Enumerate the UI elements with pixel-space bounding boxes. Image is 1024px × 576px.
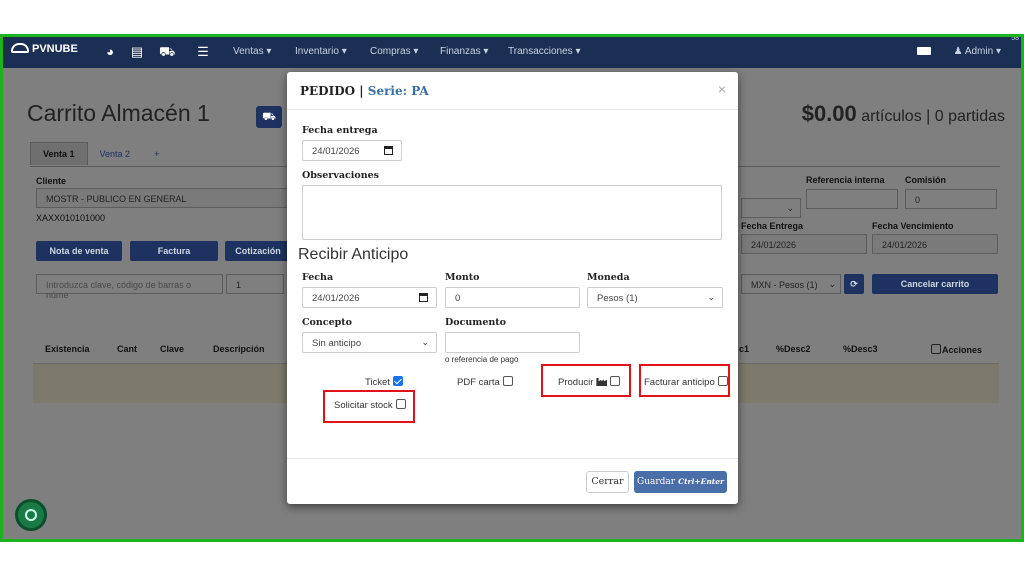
documento-input[interactable] (445, 332, 580, 353)
list-icon[interactable]: ☰ (196, 45, 210, 58)
whatsapp-button[interactable] (15, 499, 47, 531)
modal-serie: Serie: PA (367, 84, 429, 98)
product-search-input[interactable]: Introduzca clave, código de barras o núm… (36, 274, 223, 300)
observaciones-textarea[interactable] (302, 185, 722, 240)
ref-interna-input[interactable] (806, 189, 898, 209)
refresh-currency-button[interactable]: ⟳ (844, 274, 864, 294)
battery-icon (917, 47, 931, 55)
guardar-button[interactable]: Guardar Ctrl+Enter (634, 471, 727, 493)
observaciones-label: Observaciones (302, 170, 380, 181)
chevron-down-icon: ⌄ (421, 337, 429, 347)
store-icon[interactable]: ▤ (130, 45, 144, 58)
calendar-icon[interactable] (384, 146, 393, 155)
tab-venta-2[interactable]: Venta 2 (88, 143, 143, 165)
highlight-box-stock (323, 390, 415, 423)
tab-add[interactable]: + (142, 143, 171, 165)
highlight-box-facturar (639, 364, 730, 397)
chevron-down-icon: ⌄ (786, 203, 794, 213)
col-existencia: Existencia (45, 344, 90, 354)
monto-label: Monto (445, 272, 480, 283)
close-icon[interactable]: × (718, 81, 726, 97)
pedido-modal: PEDIDO | Serie: PA × Fecha entrega 24/01… (287, 72, 738, 504)
col-desc2: %Desc2 (776, 344, 811, 354)
cart-icon[interactable]: ⛟ (159, 45, 175, 58)
highlight-box-producir (541, 364, 631, 397)
moneda-select[interactable]: Pesos (1) ⌄ (587, 287, 723, 308)
col-desc3: %Desc3 (843, 344, 878, 354)
menu-compras[interactable]: Compras ▾ (370, 46, 418, 57)
sale-tabs: Venta 1 Venta 2 + (30, 142, 171, 166)
app-logo[interactable]: PVNUBE (11, 43, 78, 55)
top-navbar: PVNUBE ◕ ▤ ⛟ ☰ Ventas ▾ Inventario ▾ Com… (3, 37, 1021, 68)
refresh-icon: ⟳ (850, 279, 858, 289)
modal-title: PEDIDO | Serie: PA (300, 84, 429, 98)
ref-interna-label: Referencia interna (806, 175, 885, 185)
rfc-text: XAXX010101000 (36, 213, 106, 223)
user-menu[interactable]: ♟ Admin ▾ (954, 46, 1001, 57)
cart-icon: ⛟ (262, 111, 276, 123)
select-partial[interactable]: ⌄ (741, 198, 801, 218)
monto-input[interactable]: 0 (445, 287, 580, 308)
cloud-icon (11, 43, 29, 53)
cerrar-button[interactable]: Cerrar (586, 471, 629, 493)
menu-finanzas[interactable]: Finanzas ▾ (440, 46, 488, 57)
cart-button[interactable]: ⛟ (256, 106, 282, 128)
chevron-down-icon: ⌄ (707, 292, 715, 302)
fecha-vencimiento-field[interactable]: 24/01/2026 (872, 234, 998, 254)
tab-venta-1[interactable]: Venta 1 (30, 142, 88, 165)
pdf-carta-option[interactable]: PDF carta (457, 376, 513, 388)
documento-hint: o referencia de pago (445, 355, 519, 364)
comision-label: Comisión (905, 175, 947, 185)
phone-icon (25, 509, 37, 521)
concepto-select[interactable]: Sin anticipo ⌄ (302, 332, 437, 353)
menu-inventario[interactable]: Inventario ▾ (295, 46, 347, 57)
logo-text: PVNUBE (32, 43, 78, 55)
calendar-icon[interactable] (419, 293, 428, 302)
fecha-entrega-input[interactable]: 24/01/2026 (302, 140, 402, 161)
modal-footer-divider (287, 458, 738, 459)
menu-ventas[interactable]: Ventas ▾ (233, 46, 271, 57)
recibir-anticipo-heading: Recibir Anticipo (298, 246, 409, 263)
quantity-input[interactable]: 1 (226, 274, 284, 294)
documento-label: Documento (445, 317, 506, 328)
menu-transacciones[interactable]: Transacciones ▾ (508, 46, 580, 57)
fecha-entrega-label: Fecha entrega (302, 125, 378, 136)
nota-de-venta-button[interactable]: Nota de venta (36, 241, 122, 261)
fecha-vencimiento-label: Fecha Vencimiento (872, 221, 954, 231)
fecha-label: Fecha (302, 272, 334, 283)
user-icon: ♟ (953, 46, 963, 57)
fecha-entrega-field[interactable]: 24/01/2026 (741, 234, 867, 254)
factura-button[interactable]: Factura (130, 241, 218, 261)
col-cant: Cant (117, 344, 137, 354)
currency-select[interactable]: MXN - Pesos (1) ⌄ (741, 274, 841, 294)
cliente-label: Cliente (36, 176, 67, 186)
chevron-down-icon: ⌄ (828, 279, 836, 289)
moneda-label: Moneda (587, 272, 630, 283)
cliente-field[interactable]: MOSTR - PUBLICO EN GENERAL (36, 188, 296, 208)
shortcut-hint: Ctrl+Enter (678, 477, 724, 486)
col-desc1: c1 (739, 344, 750, 354)
col-clave: Clave (160, 344, 185, 354)
ticket-checkbox[interactable] (392, 376, 403, 386)
cotizacion-button[interactable]: Cotización (225, 241, 291, 261)
pdf-carta-checkbox[interactable] (502, 376, 513, 386)
page-title: Carrito Almacén 1 (27, 100, 210, 126)
cancel-cart-button[interactable]: Cancelar carrito (872, 274, 998, 294)
version-label: 58 (1011, 35, 1019, 42)
comision-input[interactable]: 0 (905, 189, 997, 209)
chart-pie-icon[interactable]: ◕ (103, 45, 117, 58)
ticket-option[interactable]: Ticket (365, 376, 403, 388)
col-descripcion: Descripción (213, 344, 265, 354)
cart-totals: $0.00 artículos | 0 partidas (801, 101, 1005, 126)
modal-header: PEDIDO | Serie: PA × (287, 72, 738, 110)
concepto-label: Concepto (302, 317, 353, 328)
select-all-checkbox[interactable] (931, 344, 941, 354)
fecha-anticipo-input[interactable]: 24/01/2026 (302, 287, 437, 308)
col-acciones: Acciones (931, 344, 982, 355)
fecha-entrega-label: Fecha Entrega (741, 221, 804, 231)
